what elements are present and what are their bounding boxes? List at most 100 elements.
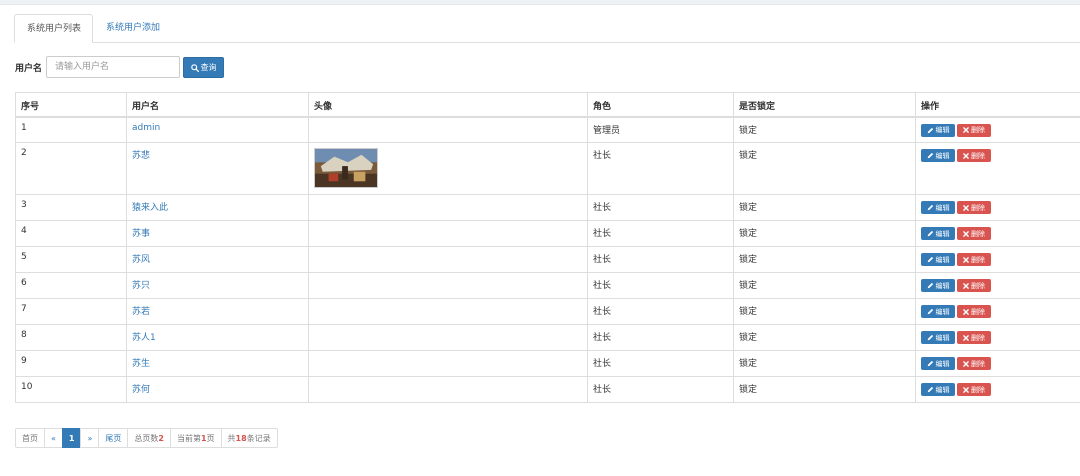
delete-button[interactable]: 删除 — [957, 253, 991, 266]
cell-avatar — [308, 324, 588, 351]
total-pages-value: 2 — [158, 434, 164, 443]
cell-locked: 锁定 — [733, 116, 916, 143]
search-input[interactable] — [46, 56, 180, 78]
cell-locked: 锁定 — [733, 246, 916, 273]
username-link[interactable]: 苏若 — [132, 307, 150, 317]
edit-label: 编辑 — [935, 151, 950, 160]
close-icon — [963, 386, 969, 393]
cell-actions: 编辑 删除 — [915, 272, 1080, 299]
header-no: 序号 — [15, 92, 127, 118]
top-bar — [0, 0, 1080, 5]
delete-label: 删除 — [971, 203, 985, 212]
cell-username: admin — [126, 116, 309, 143]
cell-no: 3 — [15, 194, 127, 221]
page-next[interactable]: » — [80, 428, 100, 448]
username-link[interactable]: 苏风 — [132, 255, 150, 265]
username-link[interactable]: admin — [132, 123, 160, 133]
cell-locked: 锁定 — [733, 220, 916, 247]
table-row: 9 苏生 社长 锁定 编辑 删除 — [15, 350, 1080, 377]
edit-button[interactable]: 编辑 — [921, 123, 955, 137]
delete-label: 删除 — [971, 385, 985, 394]
cell-locked: 锁定 — [733, 376, 916, 403]
delete-label: 删除 — [971, 126, 985, 134]
cell-locked: 锁定 — [733, 298, 916, 325]
pencil-icon — [927, 204, 933, 211]
edit-button[interactable]: 编辑 — [921, 279, 955, 292]
tab-user-list[interactable]: 系统用户列表 — [14, 14, 93, 43]
edit-button[interactable]: 编辑 — [921, 331, 955, 344]
cell-no: 1 — [15, 116, 127, 143]
delete-button[interactable]: 删除 — [957, 227, 991, 240]
edit-label: 编辑 — [935, 307, 950, 316]
cell-no: 8 — [15, 324, 127, 351]
page-first[interactable]: 首页 — [15, 428, 45, 448]
edit-button[interactable]: 编辑 — [921, 305, 955, 318]
username-link[interactable]: 猿来入此 — [132, 203, 168, 213]
delete-button[interactable]: 删除 — [957, 201, 991, 214]
cell-no: 7 — [15, 298, 127, 325]
username-link[interactable]: 苏人1 — [132, 333, 156, 343]
search-icon — [190, 63, 199, 72]
username-link[interactable]: 苏只 — [132, 281, 150, 291]
edit-button[interactable]: 编辑 — [921, 149, 955, 162]
delete-button[interactable]: 删除 — [957, 149, 991, 162]
page-current[interactable]: 1 — [61, 428, 82, 448]
edit-label: 编辑 — [935, 359, 950, 368]
delete-button[interactable]: 删除 — [957, 383, 991, 396]
table-row: 5 苏风 社长 锁定 编辑 删除 — [15, 246, 1080, 273]
edit-button[interactable]: 编辑 — [921, 383, 955, 396]
cell-username: 苏只 — [126, 272, 309, 299]
username-link[interactable]: 苏悲 — [132, 151, 150, 161]
cell-actions: 编辑 删除 — [915, 220, 1080, 247]
username-link[interactable]: 苏何 — [132, 385, 150, 395]
cell-no: 10 — [15, 376, 127, 403]
pencil-icon — [927, 256, 933, 263]
pencil-icon — [927, 334, 933, 341]
edit-button[interactable]: 编辑 — [921, 201, 955, 214]
current-page-info: 当前第1页 — [169, 428, 222, 448]
cell-avatar — [308, 142, 588, 195]
delete-button[interactable]: 删除 — [957, 123, 991, 137]
pencil-icon — [927, 308, 933, 315]
cell-actions: 编辑 删除 — [915, 350, 1080, 377]
table-row: 10 苏何 社长 锁定 编辑 删除 — [15, 376, 1080, 403]
cell-role: 社长 — [587, 350, 734, 377]
delete-button[interactable]: 删除 — [957, 357, 991, 370]
cell-username: 苏若 — [126, 298, 309, 325]
delete-label: 删除 — [971, 255, 985, 264]
search-label: 用户名 — [15, 64, 43, 74]
cell-actions: 编辑 删除 — [915, 324, 1080, 351]
cell-no: 6 — [15, 272, 127, 299]
cell-avatar — [308, 350, 588, 377]
delete-button[interactable]: 删除 — [957, 331, 991, 344]
header-locked: 是否锁定 — [733, 92, 916, 118]
header-actions: 操作 — [915, 92, 1080, 118]
username-link[interactable]: 苏事 — [132, 229, 150, 239]
cell-username: 苏事 — [126, 220, 309, 247]
records-value: 18 — [235, 434, 247, 443]
edit-button[interactable]: 编辑 — [921, 227, 955, 240]
tab-user-add[interactable]: 系统用户添加 — [94, 14, 172, 42]
search-button[interactable]: 查询 — [183, 57, 224, 78]
page-last[interactable]: 尾页 — [98, 428, 129, 448]
cell-actions: 编辑 删除 — [915, 376, 1080, 403]
cell-actions: 编辑 删除 — [915, 298, 1080, 325]
delete-button[interactable]: 删除 — [957, 279, 991, 292]
cell-avatar — [308, 220, 588, 247]
cell-role: 社长 — [587, 298, 734, 325]
edit-button[interactable]: 编辑 — [921, 253, 955, 266]
cell-actions: 编辑 删除 — [915, 142, 1080, 195]
delete-label: 删除 — [971, 151, 985, 160]
edit-label: 编辑 — [935, 385, 950, 394]
cell-role: 社长 — [587, 376, 734, 403]
cell-role: 社长 — [587, 324, 734, 351]
user-table: 序号 用户名 头像 角色 是否锁定 操作 1 admin 管理员 锁定 编辑 删除 2 苏悲社… — [15, 92, 1080, 403]
close-icon — [963, 127, 969, 133]
cell-actions: 编辑 删除 — [915, 246, 1080, 273]
delete-button[interactable]: 删除 — [957, 305, 991, 318]
edit-label: 编辑 — [935, 229, 950, 238]
page-prev[interactable]: « — [44, 428, 63, 448]
cell-role: 社长 — [587, 142, 734, 195]
username-link[interactable]: 苏生 — [132, 359, 150, 369]
edit-button[interactable]: 编辑 — [921, 357, 955, 370]
